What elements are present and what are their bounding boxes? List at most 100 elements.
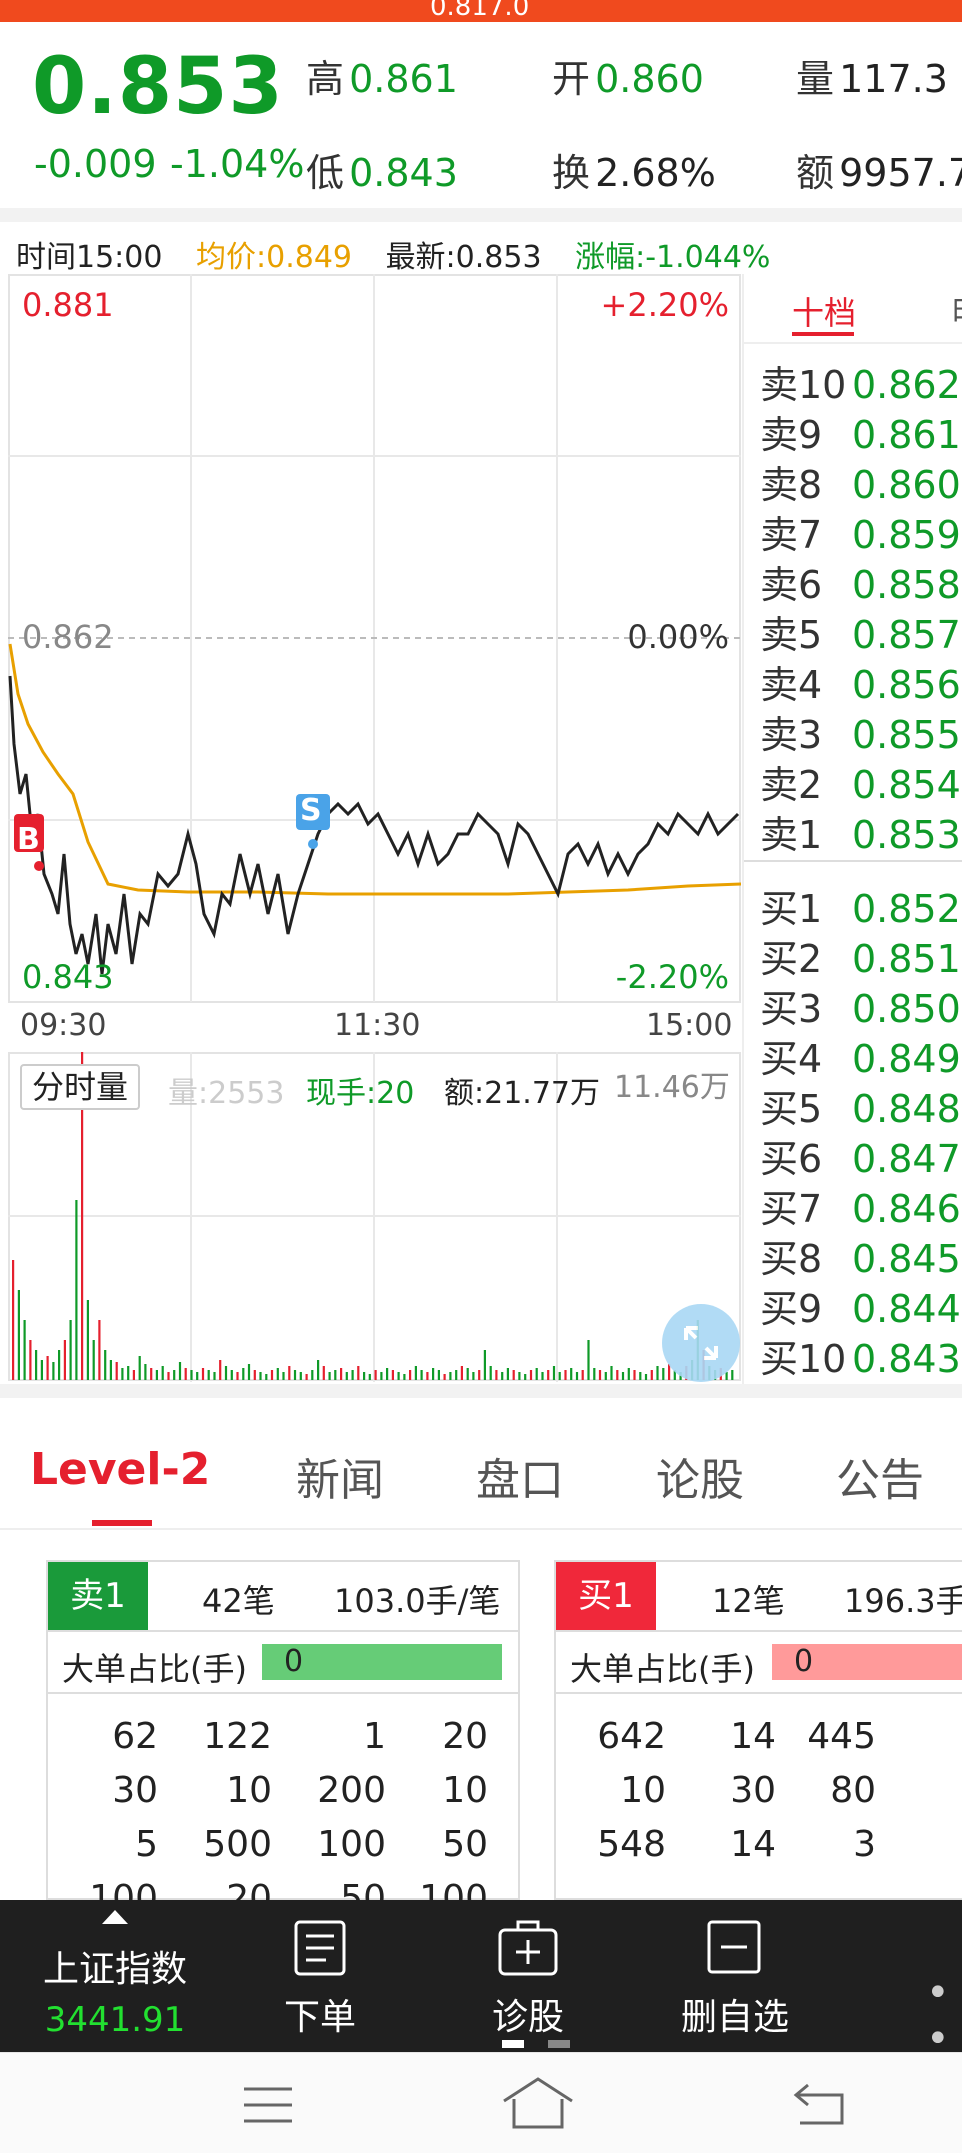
nav-remove-fav[interactable]: 删自选 (660, 1900, 810, 2052)
ask-level-row[interactable]: 卖10 0.862 (760, 354, 961, 407)
nav-index[interactable]: 上证指数 3441.91 (20, 1900, 210, 2052)
volume-bar (420, 1370, 423, 1380)
more-icon[interactable]: • • (926, 1970, 962, 2062)
volume-bar (242, 1368, 245, 1380)
time-axis-mid: 11:30 (334, 1008, 421, 1043)
bid-level-row[interactable]: 买5 0.848 (760, 1078, 961, 1131)
volume-bar (63, 1340, 66, 1380)
intraday-chart[interactable]: B S 0.881 0.862 0.843 +2.20% 0.00% -2.20… (8, 274, 741, 1004)
bid-level-price: 0.850 (852, 987, 961, 1031)
buy1-panel: 买1 12笔 196.3手 大单占比(手) 0 6421444510308035… (554, 1560, 962, 1900)
volume-bar (575, 1372, 579, 1380)
bid-level-row[interactable]: 买4 0.849 (760, 1028, 961, 1081)
sell1-badge: 卖1 (48, 1562, 148, 1630)
avg-price-line (8, 643, 741, 896)
buy1-panel-header: 买1 12笔 196.3手 (556, 1562, 962, 1632)
back-icon[interactable] (790, 2079, 850, 2129)
nav-order-label: 下单 (283, 1997, 356, 2038)
open-label: 开 (552, 57, 591, 101)
ask-level-row[interactable]: 卖6 0.858 (760, 554, 961, 607)
volume-bar (58, 1350, 61, 1380)
bid-level-label: 买10 (760, 1337, 847, 1381)
volume-bar (121, 1368, 124, 1380)
volume-bar (17, 1290, 20, 1380)
volume-bar (656, 1366, 659, 1380)
ask-level-label: 卖2 (760, 763, 823, 807)
volume-bar (616, 1370, 619, 1380)
ask-level-label: 卖3 (760, 713, 823, 757)
tab-detail[interactable]: 明 (952, 288, 962, 334)
open-value: 0.860 (595, 57, 704, 101)
info-change: 涨幅:-1.044% (575, 240, 771, 275)
info-latest: 最新:0.853 (385, 240, 542, 275)
bid-level-row[interactable]: 买8 0.845 (760, 1228, 961, 1281)
volume-scale-label: 11.46万 (614, 1070, 730, 1105)
volume-bar (293, 1370, 297, 1380)
buy1-count: 12笔 (712, 1582, 785, 1620)
volume-bar (529, 1370, 533, 1380)
volume-bar (483, 1350, 486, 1380)
volume-qty: 量:2553 (168, 1076, 285, 1111)
order-book: 十档 明 卖100.862 卖9 0.861 卖8 0.860 卖7 0.859 卖6 0.85… (742, 274, 962, 1384)
volume-label: 量 (796, 57, 835, 101)
price-change: -0.009 (34, 142, 157, 186)
volume-bar (184, 1368, 187, 1380)
ask-level-row[interactable]: 卖3 0.855 (760, 704, 961, 757)
menu-icon[interactable] (240, 2083, 296, 2127)
volume-bar (253, 1370, 256, 1380)
volume-bar (443, 1374, 446, 1380)
tab-discussion[interactable]: 论股 (656, 1444, 744, 1508)
high-value: 0.861 (349, 57, 458, 101)
volume-bar (109, 1360, 112, 1380)
ask-level-price: 0.862 (852, 363, 961, 407)
volume-bar (259, 1372, 262, 1380)
volume-bar (69, 1320, 72, 1380)
buy-volume-cell: 80 (830, 1770, 876, 1811)
home-icon[interactable] (500, 2075, 576, 2131)
sell-volume-row: 62 122 1 20 (48, 1716, 518, 1770)
nav-diagnose[interactable]: 诊股 (458, 1900, 598, 2052)
ask-level-row[interactable]: 卖1 0.853 (760, 804, 961, 857)
volume-bar (437, 1370, 440, 1380)
bid-level-row[interactable]: 买1 0.852 (760, 878, 961, 931)
volume-mode-button[interactable]: 分时量 (20, 1064, 141, 1110)
tab-ten-levels[interactable]: 十档 (792, 288, 856, 334)
ask-level-row[interactable]: 卖7 0.859 (760, 504, 961, 557)
bid-level-row[interactable]: 买7 0.846 (760, 1178, 961, 1231)
volume-bar (317, 1360, 320, 1380)
tab-level2[interactable]: Level-2 (30, 1444, 210, 1495)
ask-level-row[interactable]: 卖5 0.857 (760, 604, 961, 657)
volume-bar (397, 1372, 400, 1380)
ask-level-row[interactable]: 卖2 0.854 (760, 754, 961, 807)
volume-bar (98, 1320, 101, 1380)
ask-level-row[interactable]: 卖8 0.860 (760, 454, 961, 507)
buy-volume-cell: 3 (853, 1824, 876, 1865)
nav-order[interactable]: 下单 (250, 1900, 390, 2052)
bid-level-row[interactable]: 买10 0.843 (760, 1328, 961, 1381)
current-price: 0.853 (32, 42, 284, 132)
sell-volume-cell: 200 (317, 1770, 386, 1811)
buy1-badge: 买1 (556, 1562, 656, 1630)
bid-level-price: 0.844 (852, 1287, 961, 1331)
bid-level-row[interactable]: 买2 0.851 (760, 928, 961, 981)
ask-level-label: 卖8 (760, 463, 823, 507)
sell-volume-cell: 122 (203, 1716, 272, 1757)
expand-button[interactable] (662, 1304, 740, 1382)
volume-bar (23, 1320, 26, 1380)
tab-news[interactable]: 新闻 (296, 1444, 384, 1508)
volume-bar (558, 1372, 561, 1380)
bid-level-row[interactable]: 买6 0.847 (760, 1128, 961, 1181)
bid-level-row[interactable]: 买3 0.850 (760, 978, 961, 1031)
volume-bar (368, 1374, 371, 1380)
tab-announcements[interactable]: 公告 (836, 1444, 924, 1508)
bid-level-row[interactable]: 买9 0.844 (760, 1278, 961, 1331)
tab-market[interactable]: 盘口 (476, 1444, 564, 1508)
ask-level-row[interactable]: 卖9 0.861 (760, 404, 961, 457)
sell1-avg: 103.0手/笔 (334, 1582, 501, 1620)
volume-bar (328, 1372, 331, 1380)
low-value: 0.843 (349, 151, 458, 195)
buy1-ratio: 大单占比(手) 0 (556, 1632, 962, 1694)
volume-bar (432, 1368, 435, 1380)
volume-chart[interactable]: 分时量 量:2553 现手:20 额:21.77万 11.46万 (8, 1052, 741, 1382)
ask-level-row[interactable]: 卖4 0.856 (760, 654, 961, 707)
